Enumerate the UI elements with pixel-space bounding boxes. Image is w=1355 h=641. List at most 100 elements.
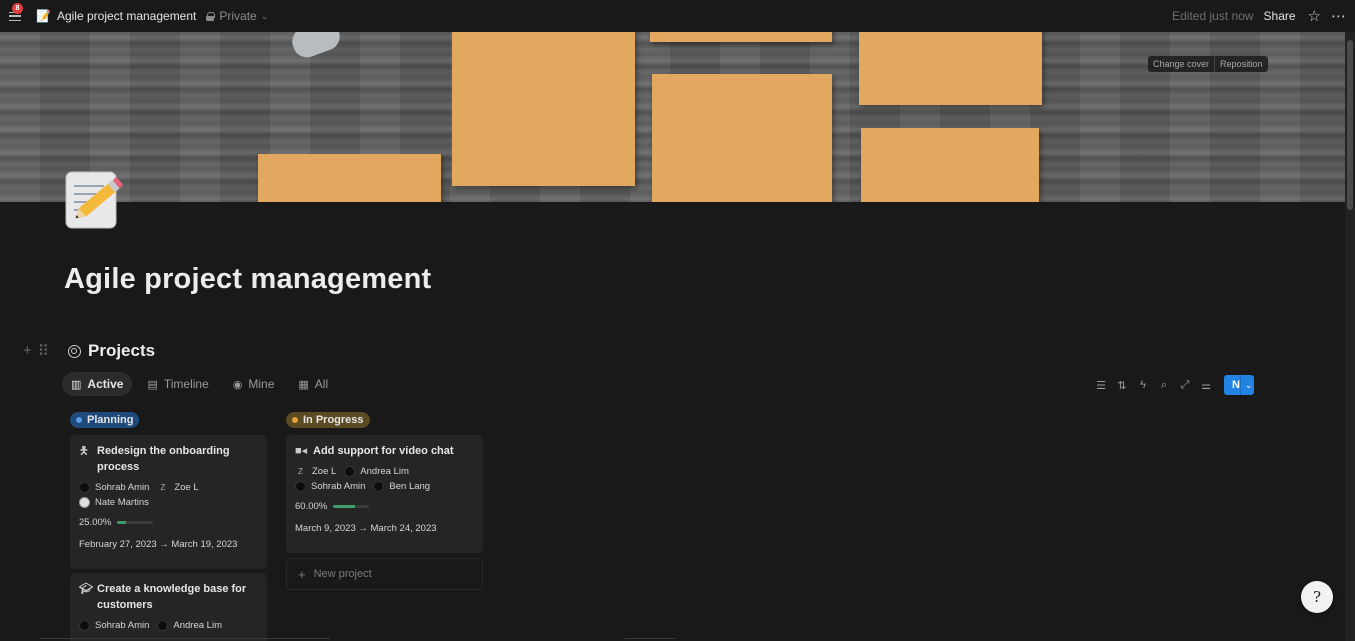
sticky-note (650, 32, 832, 42)
notification-badge: 8 (12, 3, 23, 14)
drag-handle-icon[interactable]: ⠿ (38, 342, 49, 360)
person-chip: Sohrab Amin (295, 481, 365, 492)
project-card[interactable]: 🎓︎ Create a knowledge base for customers… (70, 573, 267, 641)
board-icon: ▥ (71, 378, 82, 391)
privacy-dropdown[interactable]: Private ⌄ (206, 9, 268, 23)
database-toolbar: ☰ ⇅ ϟ ⌕ ⤢ ⚌ New ⌄ (1094, 375, 1254, 395)
page-emoji-icon[interactable]: 📝 (36, 9, 51, 23)
progress-bar (117, 521, 154, 524)
tab-timeline[interactable]: ▤ Timeline (138, 372, 217, 396)
sticky-note (859, 32, 1042, 105)
person-chip: Andrea Lim (157, 620, 222, 631)
status-dot (292, 417, 298, 423)
reposition-button[interactable]: Reposition (1214, 56, 1268, 72)
database-title-text: Projects (88, 341, 156, 360)
filter-icon[interactable]: ☰ (1094, 379, 1108, 392)
database-title[interactable]: Projects (68, 341, 155, 361)
add-block-icon[interactable]: + (23, 342, 32, 360)
card-people: Z Zoe L Andrea Lim Sohrab Amin Ben Lang (295, 466, 474, 492)
person-chip: Sohrab Amin (79, 620, 149, 631)
card-progress: 60.00% (295, 501, 474, 512)
cover-controls: Change cover Reposition (1148, 56, 1268, 72)
person-chip: Andrea Lim (344, 466, 409, 477)
grid-icon: ▦ (298, 378, 309, 391)
breadcrumb-page-title[interactable]: Agile project management (57, 9, 196, 23)
scrollbar[interactable] (1345, 32, 1355, 641)
search-icon[interactable]: ⌕ (1157, 379, 1171, 392)
settings-sliders-icon[interactable]: ⚌ (1199, 379, 1213, 392)
tab-mine[interactable]: ◉ Mine (224, 372, 284, 396)
status-pill: In Progress (286, 412, 370, 428)
new-button: New ⌄ (1224, 375, 1254, 395)
chevron-down-icon[interactable]: ⌄ (1240, 375, 1254, 395)
progress-label: 60.00% (295, 501, 328, 512)
expand-icon[interactable]: ⤢ (1178, 379, 1192, 392)
tab-label: All (314, 377, 329, 391)
timeline-icon: ▤ (147, 378, 158, 391)
more-options-icon[interactable]: ⋯ (1331, 7, 1347, 25)
card-title: 🎓︎ Create a knowledge base for customers (79, 581, 258, 613)
avatar (373, 481, 385, 492)
person-chip: Nate Martins (79, 497, 149, 508)
project-card[interactable]: 🯅 Redesign the onboarding process Sohrab… (70, 435, 267, 569)
automation-bolt-icon[interactable]: ϟ (1136, 379, 1150, 391)
progress-label: 25.00% (79, 517, 112, 528)
sticky-note (861, 128, 1039, 202)
status-dot (76, 417, 82, 423)
status-pill: Planning (70, 412, 140, 428)
sidebar-menu-button[interactable]: 8 (6, 3, 24, 25)
new-item-button[interactable]: New (1224, 375, 1254, 395)
tab-label: Active (87, 377, 124, 391)
target-icon (68, 344, 81, 358)
new-project-button[interactable]: + New project (286, 558, 483, 590)
avatar (295, 481, 306, 492)
avatar (79, 482, 90, 493)
sticky-note (452, 32, 635, 186)
avatar (344, 466, 356, 477)
sort-icon[interactable]: ⇅ (1115, 379, 1129, 392)
person-chip: Z Zoe L (157, 482, 198, 493)
person-running-icon: 🯅 (79, 445, 89, 457)
edited-status: Edited just now (1172, 9, 1254, 23)
topbar: 8 📝 Agile project management Private ⌄ E… (0, 0, 1355, 32)
card-title-text: Create a knowledge base for customers (97, 583, 247, 611)
view-tabs: ▥ Active ▤ Timeline ◉ Mine ▦ All (62, 372, 337, 396)
tab-all[interactable]: ▦ All (289, 372, 337, 396)
lock-icon (206, 11, 216, 21)
tab-active[interactable]: ▥ Active (62, 372, 133, 396)
card-title: 🯅 Redesign the onboarding process (79, 443, 258, 475)
scrollbar-thumb[interactable] (1347, 40, 1353, 210)
person-icon: ◉ (232, 378, 243, 391)
avatar (157, 620, 169, 631)
favorite-star-icon[interactable]: ☆ (1308, 7, 1321, 25)
avatar (79, 497, 90, 508)
column-header-planning[interactable]: Planning (70, 410, 140, 428)
card-people: Sohrab Amin Andrea Lim (79, 620, 258, 631)
chevron-down-icon: ⌄ (260, 10, 269, 21)
person-chip: Z Zoe L (295, 466, 336, 477)
card-progress: 25.00% (79, 517, 258, 528)
change-cover-button[interactable]: Change cover (1148, 56, 1214, 72)
progress-bar (333, 505, 370, 508)
page-title[interactable]: Agile project management (64, 263, 431, 296)
status-label: In Progress (303, 414, 364, 426)
help-button-icon[interactable]: ? (1301, 581, 1333, 613)
block-handles: + ⠿ (23, 342, 49, 360)
new-project-label: New project (313, 568, 372, 580)
card-title-text: Redesign the onboarding process (97, 445, 230, 473)
card-dates: March 9, 2023 → March 24, 2023 (295, 523, 437, 534)
tab-label: Mine (248, 377, 275, 391)
memo-pencil-icon (65, 171, 123, 229)
divider (40, 638, 330, 639)
card-title: ■◂ Add support for video chat (295, 443, 474, 459)
privacy-label: Private (219, 9, 257, 23)
page-icon[interactable] (64, 170, 124, 230)
share-button[interactable]: Share (1264, 9, 1296, 23)
person-chip: Sohrab Amin (79, 482, 149, 493)
card-dates: February 27, 2023 → March 19, 2023 (79, 539, 238, 550)
card-people: Sohrab Amin Z Zoe L Nate Martins (79, 482, 258, 508)
column-header-in-progress[interactable]: In Progress (286, 410, 370, 428)
project-card[interactable]: ■◂ Add support for video chat Z Zoe L And… (286, 435, 483, 553)
avatar (79, 620, 90, 631)
avatar: Z (160, 483, 166, 492)
